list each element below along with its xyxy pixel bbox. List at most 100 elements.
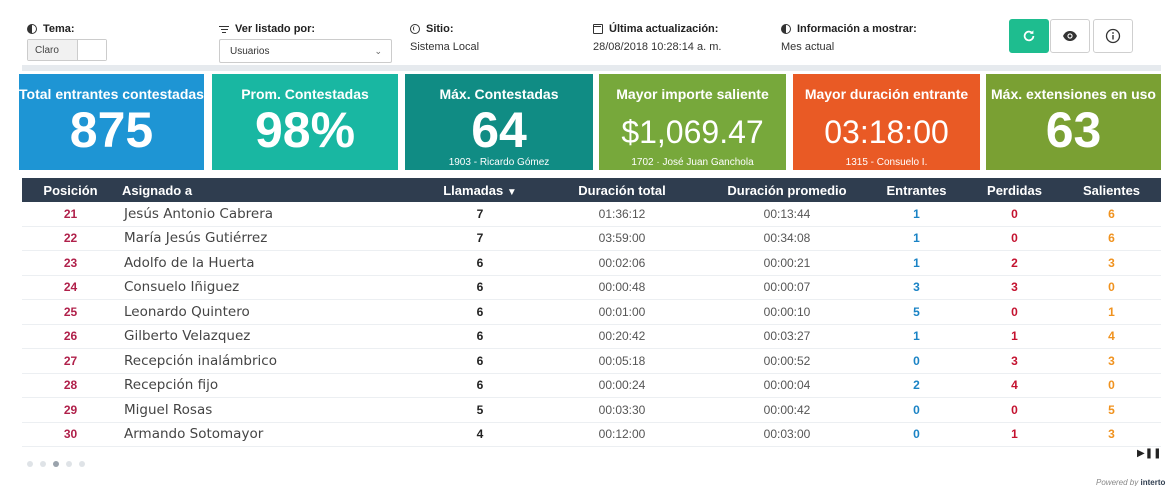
cell-salientes: 6 [1108,231,1115,246]
table-body: 21 Jesús Antonio Cabrera 7 01:36:12 00:13:44… [22,202,1161,447]
cell-perdidas: 0 [1011,402,1018,417]
cell-duracion-total: 00:02:06 [598,255,646,270]
cell-posicion: 22 [63,231,78,246]
cell-entrantes: 1 [913,206,920,221]
col-salientes[interactable]: Salientes [1062,183,1161,198]
kpi-card-max-extensiones: Máx. extensiones en uso 63 [986,74,1161,170]
kpi-card-total-entrantes: Total entrantes contestadas 875 [19,74,204,170]
table-row[interactable]: 25 Leonardo Quintero 6 00:01:00 00:00:10 5 0 1 [22,300,1161,325]
col-llamadas[interactable]: Llamadas ▼ [415,183,545,198]
kpi-value: $1,069.47 [621,114,764,150]
tema-control: Tema: Claro [27,22,107,61]
kpi-title: Total entrantes contestadas [19,86,204,102]
cell-llamadas: 5 [476,402,484,417]
informacion-control: Información a mostrar: Mes actual [781,22,917,53]
page-dot[interactable] [27,461,33,467]
table-row[interactable]: 28 Recepción fijo 6 00:00:24 00:00:04 2 4 0 [22,374,1161,398]
page-dot[interactable] [66,461,72,467]
cell-asignado: Recepción fijo [124,377,219,394]
refresh-button[interactable] [1009,19,1049,53]
calendar-icon [593,23,603,34]
table-row[interactable]: 27 Recepción inalámbrico 6 00:05:18 00:00:52… [22,349,1161,374]
cell-perdidas: 2 [1011,255,1018,270]
cell-salientes: 4 [1108,329,1115,344]
brand-name: interto [1140,478,1166,486]
play-pause-icon[interactable]: ▶❚❚ [1137,448,1161,459]
cell-entrantes: 1 [913,255,920,270]
table-row[interactable]: 30 Armando Sotomayor 4 00:12:00 00:03:00 0 1 3 [22,423,1161,447]
table-row[interactable]: 23 Adolfo de la Huerta 6 00:02:06 00:00:21 1 2… [22,251,1161,276]
cell-duracion-total: 03:59:00 [598,231,646,246]
kpi-title: Mayor importe saliente [616,86,769,102]
kpi-value: 98% [254,102,356,158]
cell-duracion-total: 00:20:42 [598,329,646,344]
table-row[interactable]: 22 María Jesús Gutiérrez 7 03:59:00 00:34:08… [22,227,1161,251]
info-button[interactable] [1093,19,1133,53]
kpi-cards: Total entrantes contestadas 875 Prom. Co… [19,74,1161,170]
col-entrantes[interactable]: Entrantes [864,183,969,198]
chevron-down-icon: ⌄ [374,45,382,56]
cell-llamadas: 6 [476,255,484,270]
cell-duracion-total: 00:00:24 [598,378,646,393]
page-dot[interactable] [79,461,85,467]
kpi-subtitle: 1702 · José Juan Ganchola [631,157,754,168]
cell-asignado: Adolfo de la Huerta [124,254,255,271]
table-row[interactable]: 26 Gilberto Velazquez 6 00:20:42 00:03:27 1 1 4 [22,325,1161,349]
cell-duracion-promedio: 00:00:42 [763,402,811,417]
actualizacion-control: Última actualización: 28/08/2018 10:28:1… [593,22,721,53]
cell-duracion-promedio: 00:00:07 [763,280,811,295]
cell-llamadas: 6 [476,280,484,295]
page-dot[interactable] [40,461,46,467]
actualizacion-label: Última actualización: [609,22,719,35]
cell-perdidas: 4 [1011,378,1018,393]
cell-asignado: Armando Sotomayor [124,426,264,443]
cell-posicion: 27 [63,353,78,368]
page-dot[interactable] [53,461,59,467]
cell-salientes: 5 [1108,402,1115,417]
table-row[interactable]: 24 Consuelo Iñiguez 6 00:00:48 00:00:07 3 3 0 [22,276,1161,300]
col-posicion[interactable]: Posición [22,183,119,198]
cell-perdidas: 1 [1011,329,1018,344]
cell-entrantes: 0 [913,402,920,417]
eye-icon [1063,31,1077,41]
cell-asignado: Jesús Antonio Cabrera [124,205,274,222]
refresh-progress [22,65,1161,71]
view-button[interactable] [1050,19,1090,53]
cell-llamadas: 7 [476,206,484,221]
info-icon [1105,28,1121,44]
globe-icon [410,23,420,34]
cell-duracion-promedio: 00:00:10 [763,304,811,319]
cell-perdidas: 3 [1011,280,1018,295]
cell-salientes: 6 [1108,206,1115,221]
table-row[interactable]: 29 Miguel Rosas 5 00:03:30 00:00:42 0 0 5 [22,398,1161,423]
cell-entrantes: 0 [913,427,920,442]
cell-entrantes: 0 [913,353,920,368]
cell-asignado: Leonardo Quintero [124,303,250,320]
kpi-subtitle: 1903 - Ricardo Gómez [448,157,550,168]
tema-toggle-knob[interactable] [78,40,106,60]
refresh-icon [1023,30,1035,42]
table-header: Posición Asignado a Llamadas ▼ Duración … [22,178,1161,202]
col-duracion-total[interactable]: Duración total [542,183,702,198]
col-asignado[interactable]: Asignado a [122,183,382,198]
cell-llamadas: 4 [476,427,484,442]
kpi-value: 64 [471,102,527,158]
col-duracion-promedio[interactable]: Duración promedio [692,183,882,198]
cell-duracion-total: 00:01:00 [598,304,646,319]
sitio-control: Sitio: Sistema Local [410,22,479,53]
cell-asignado: Gilberto Velazquez [124,328,251,345]
col-perdidas[interactable]: Perdidas [967,183,1062,198]
listado-value: Usuarios [230,45,270,57]
cell-perdidas: 1 [1011,427,1018,442]
tema-toggle[interactable]: Claro [27,39,107,61]
table-row[interactable]: 21 Jesús Antonio Cabrera 7 01:36:12 00:13:44… [22,202,1161,227]
cell-posicion: 25 [63,304,78,319]
informacion-value[interactable]: Mes actual [781,41,917,53]
cell-asignado: Consuelo Iñiguez [124,279,240,296]
kpi-title: Prom. Contestadas [241,86,369,102]
cell-asignado: María Jesús Gutiérrez [124,230,268,247]
cell-llamadas: 6 [476,329,484,344]
listado-select[interactable]: Usuarios ⌄ [219,39,392,63]
cell-duracion-promedio: 00:03:00 [763,427,811,442]
powered-prefix: Powered by [1096,478,1139,486]
